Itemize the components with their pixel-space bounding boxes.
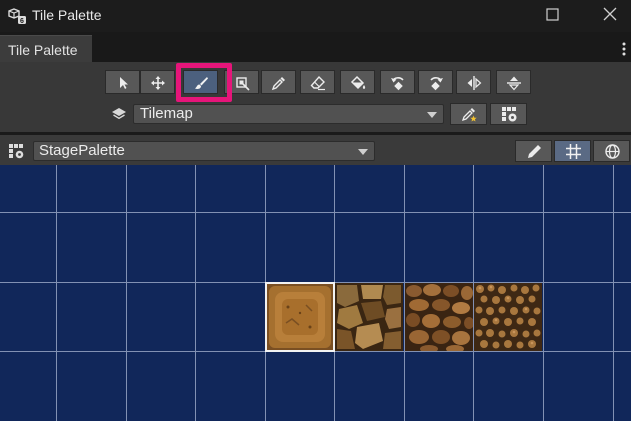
tab-strip <box>0 32 631 62</box>
grid-line <box>195 165 196 421</box>
dirt-block-tile[interactable] <box>265 282 335 352</box>
palette-label: StagePalette <box>39 142 125 159</box>
grid-icon <box>566 144 581 159</box>
active-tool-highlight <box>176 63 232 102</box>
flip-horizontal-icon <box>467 76 482 90</box>
move-arrows-icon <box>151 76 165 90</box>
grid-line <box>613 165 614 421</box>
fill-tool-button[interactable] <box>340 70 375 94</box>
grid-line <box>56 165 57 421</box>
arrow-pointer-icon <box>120 77 128 89</box>
eyedropper-star-icon <box>461 108 477 122</box>
flip-vertical-icon <box>507 76 521 91</box>
tab-label: Tile Palette <box>8 42 78 58</box>
grid-toggle-button[interactable] <box>554 140 591 162</box>
rotate-cw-button[interactable] <box>418 70 453 94</box>
move-tool-button[interactable] <box>140 70 175 94</box>
large-stone-tile[interactable] <box>335 283 403 351</box>
svg-text:6: 6 <box>20 18 24 24</box>
select-tool-button[interactable] <box>105 70 140 94</box>
edit-palette-button[interactable] <box>515 140 552 162</box>
chevron-down-icon <box>358 149 368 155</box>
flip-x-button[interactable] <box>456 70 491 94</box>
grid-line <box>0 212 631 213</box>
rotate-ccw-button[interactable] <box>380 70 415 94</box>
active-tilemap-label: Tilemap <box>140 105 193 122</box>
layers-icon <box>112 108 126 120</box>
more-options-icon[interactable] <box>620 40 628 58</box>
palette-grid[interactable] <box>0 165 631 421</box>
target-edit-button[interactable] <box>450 103 487 125</box>
rotate-cw-icon <box>430 77 443 91</box>
paint-bucket-icon <box>350 75 366 90</box>
gizmos-toggle-button[interactable] <box>593 140 630 162</box>
rotate-ccw-icon <box>391 77 404 91</box>
grid-line <box>126 165 127 421</box>
erase-tool-button[interactable] <box>300 70 335 94</box>
grid-line <box>543 165 544 421</box>
close-icon[interactable] <box>598 4 622 26</box>
tile-palette-icon <box>9 144 24 159</box>
cobblestone-tile[interactable] <box>405 283 473 351</box>
window-title: Tile Palette <box>32 7 102 23</box>
box-fill-icon <box>236 77 250 91</box>
eyedropper-icon <box>271 77 285 91</box>
flip-y-button[interactable] <box>496 70 531 94</box>
chevron-down-icon <box>427 112 437 118</box>
tile-palette-gear-icon <box>502 107 517 122</box>
maximize-icon[interactable] <box>540 4 564 26</box>
grid-line <box>0 351 631 352</box>
target-settings-button[interactable] <box>490 103 527 125</box>
pebble-tile[interactable] <box>474 283 542 351</box>
pencil-icon <box>528 145 541 158</box>
gizmo-sphere-icon <box>605 144 620 159</box>
unity-cube-icon: 6 <box>8 8 26 24</box>
eraser-icon <box>310 75 325 91</box>
pick-tool-button[interactable] <box>261 70 296 94</box>
